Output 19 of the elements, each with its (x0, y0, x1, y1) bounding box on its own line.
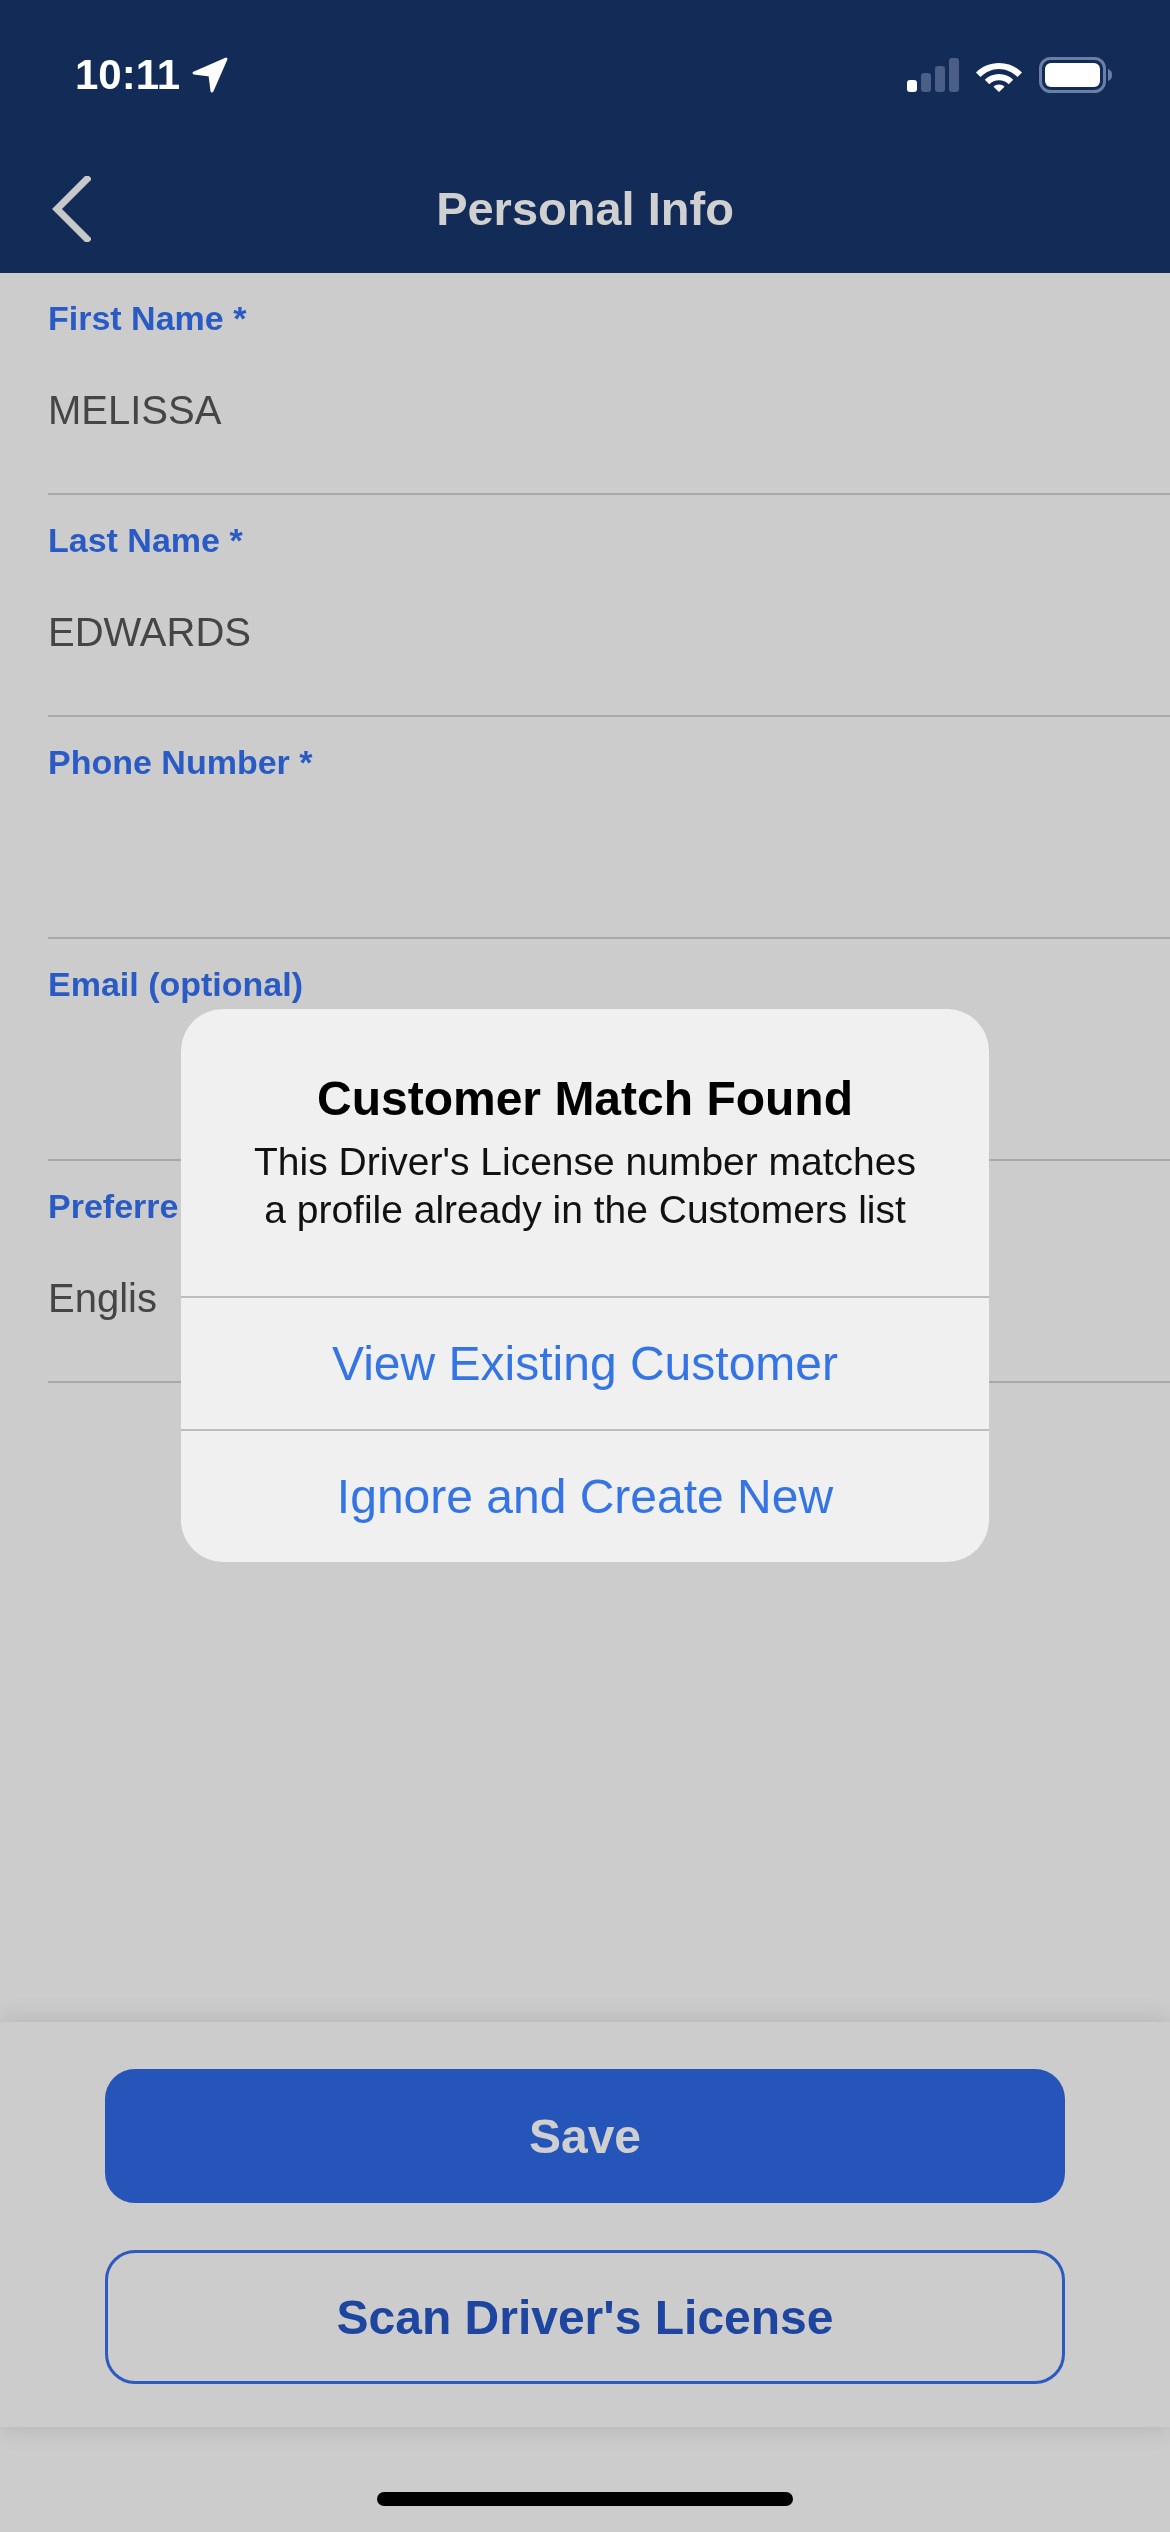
dialog-message: This Driver's License number matches a profile already in the Customers list (253, 1139, 917, 1233)
field-label: Preferre (48, 1185, 179, 1227)
battery-icon (1039, 57, 1113, 93)
dialog-title: Customer Match Found (317, 1071, 853, 1127)
chevron-left-icon (51, 175, 91, 242)
field-label: First Name * (48, 297, 247, 339)
signal-icon (907, 58, 959, 92)
nav-title: Personal Info (436, 180, 734, 237)
field-label: Email (optional) (48, 963, 303, 1005)
dialog-action-button[interactable]: View Existing Customer (181, 1296, 989, 1429)
save-button[interactable]: Save (105, 2069, 1065, 2203)
text-field[interactable]: EDWARDS (48, 585, 1170, 717)
dialog-action-button[interactable]: Ignore and Create New (181, 1429, 989, 1562)
text-field[interactable]: MELISSA (48, 363, 1170, 495)
location-arrow-icon (192, 57, 229, 93)
field-label: Last Name * (48, 519, 243, 561)
status-time: 10:11 (75, 50, 181, 100)
scan-button[interactable]: Scan Driver's License (105, 2250, 1065, 2384)
field-label: Phone Number * (48, 741, 313, 783)
